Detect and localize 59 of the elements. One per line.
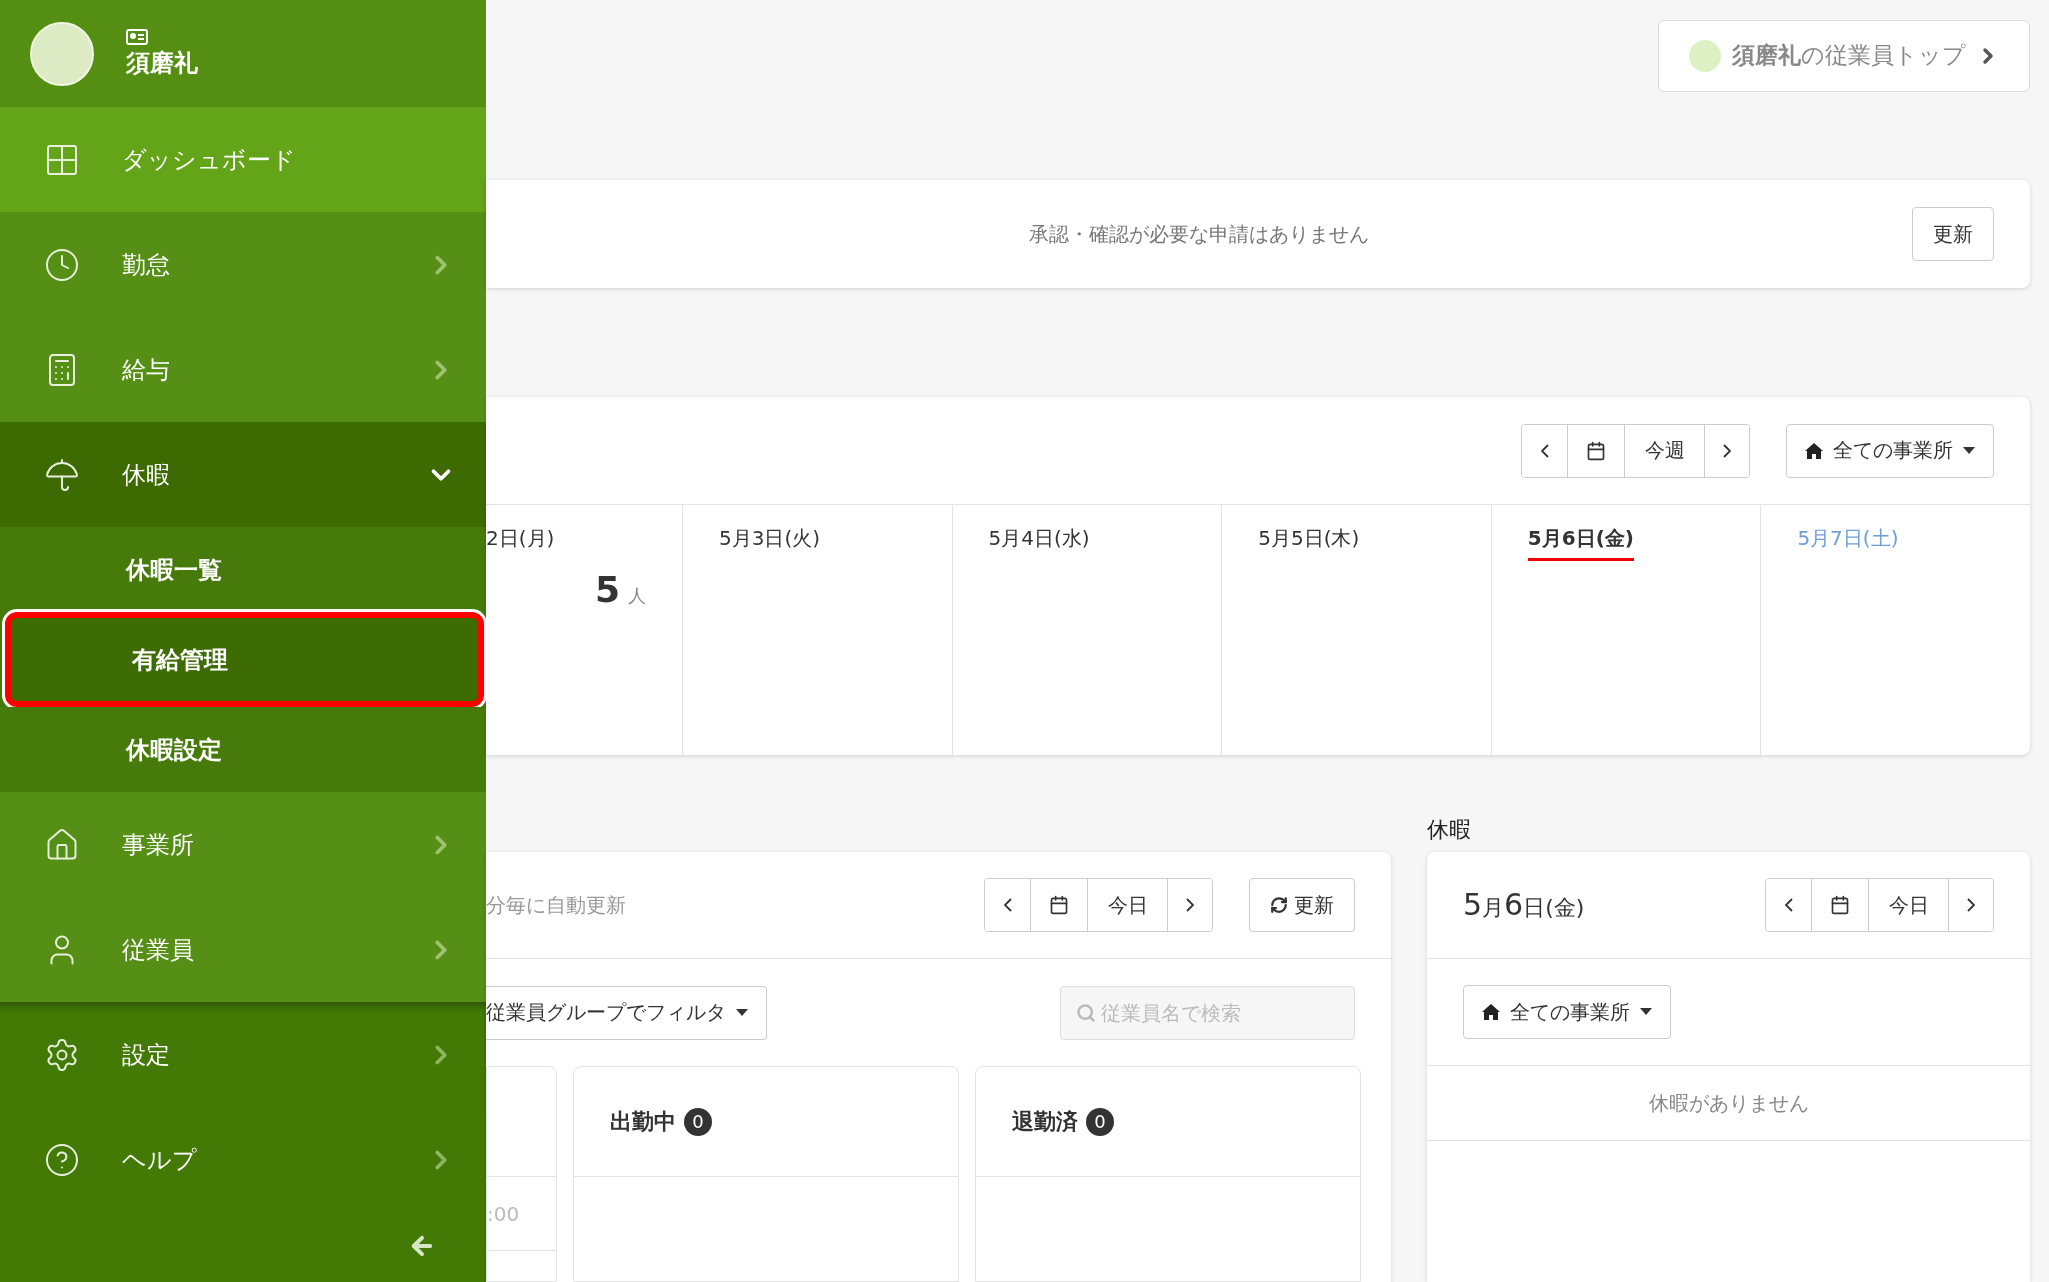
leave-date: 5月 6 日(金) <box>1462 887 1586 923</box>
umbrella-icon <box>44 456 80 493</box>
day-label: 5月4日(水) <box>988 525 1090 552</box>
column-title: 退勤済 <box>1012 1107 1078 1136</box>
sidebar-subitem[interactable]: 有給管理 <box>5 612 484 707</box>
avatar-icon <box>1688 38 1722 73</box>
office-dropdown[interactable]: 全ての事業所 <box>1786 423 1994 478</box>
refresh-icon <box>1270 896 1288 914</box>
count-unit: 人 <box>628 584 646 608</box>
sidebar-item[interactable]: 従業員 <box>0 897 486 1002</box>
home-icon <box>1482 1004 1500 1020</box>
sidebar-item[interactable]: 休暇 <box>0 422 486 527</box>
day-label: 5月3日(火) <box>719 525 821 552</box>
sidebar-subitem[interactable]: 休暇設定 <box>0 707 486 792</box>
id-card-icon <box>126 28 148 45</box>
day-label: 5月5日(木) <box>1258 525 1360 552</box>
refresh-button[interactable]: 更新 <box>1249 878 1355 932</box>
chevron-left-icon <box>1003 898 1012 912</box>
caret-icon <box>736 1008 748 1017</box>
chevron-right-icon <box>1723 443 1731 458</box>
search-icon <box>1076 1002 1096 1023</box>
dashboard-icon <box>47 144 77 175</box>
day-label: 2日(月) <box>486 525 555 552</box>
chevron-right-icon <box>1967 898 1975 912</box>
count-badge: 0 <box>1086 1107 1114 1136</box>
home-icon <box>1805 442 1823 459</box>
calendar-icon <box>1049 895 1069 915</box>
chevron-left-icon <box>1540 443 1549 458</box>
caret-icon <box>1963 446 1975 455</box>
group-filter-dropdown[interactable]: 従業員グループでフィルタ <box>486 985 767 1040</box>
time-text: :00 <box>487 1177 556 1251</box>
next-button[interactable] <box>1167 879 1212 931</box>
calendar-icon <box>1586 440 1606 461</box>
clock-icon <box>44 246 80 283</box>
chevron-left-icon <box>1784 898 1793 912</box>
next-button[interactable] <box>1948 879 1993 931</box>
sidebar-item[interactable]: 勤怠 <box>0 212 486 317</box>
column-title: 出勤中 <box>610 1107 676 1136</box>
employee-top-button[interactable]: 須磨礼の従業員トップ <box>1658 19 2030 92</box>
auto-refresh-text: 分毎に自動更新 <box>486 891 627 919</box>
sidebar-subitem[interactable]: 休暇一覧 <box>0 527 486 612</box>
day-label: 5月7日(土) <box>1797 525 1899 552</box>
day-label: 5月6日(金) <box>1527 525 1634 561</box>
count-value: 5 <box>594 569 620 610</box>
refresh-button[interactable]: 更新 <box>1912 207 1994 261</box>
chevron-right-icon <box>1186 898 1194 912</box>
calendar-icon <box>1830 895 1850 915</box>
sidebar-item[interactable]: 給与 <box>0 317 486 422</box>
empty-message: 休暇がありません <box>1427 1066 2030 1141</box>
next-button[interactable] <box>1704 424 1749 477</box>
sidebar-item[interactable]: 事業所 <box>0 792 486 897</box>
user-name: 須磨礼 <box>126 47 198 79</box>
empty-message: 承認・確認が必要な申請はありません <box>1028 220 1370 248</box>
caret-icon <box>1640 1008 1652 1016</box>
help-icon <box>44 1141 80 1178</box>
search-field[interactable]: 従業員名で検索 <box>1060 985 1355 1040</box>
office-dropdown[interactable]: 全ての事業所 <box>1463 985 1671 1039</box>
count-badge: 0 <box>684 1107 712 1136</box>
section-heading: 休暇 <box>1427 816 1472 844</box>
